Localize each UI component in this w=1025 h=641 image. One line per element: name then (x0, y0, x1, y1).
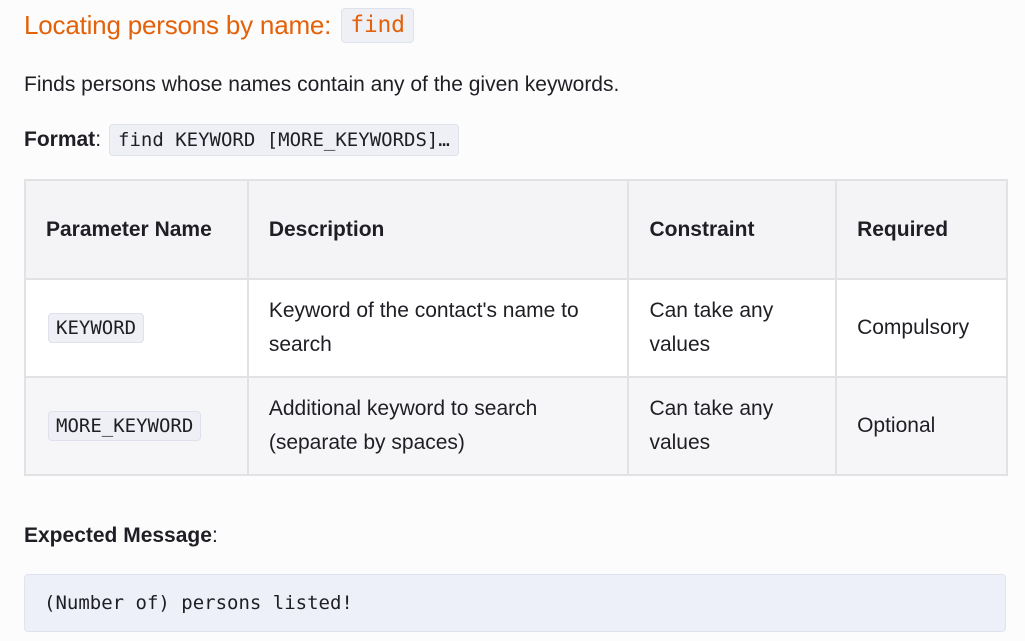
heading-command-code: find (341, 7, 414, 43)
expected-message-label: Expected Message (24, 524, 212, 547)
constraint-cell: Can take any values (627, 376, 838, 476)
format-command-code: find KEYWORD [MORE_KEYWORDS]… (109, 124, 459, 156)
header-parameter-name: Parameter Name (24, 179, 249, 280)
parameter-table: Parameter Name Description Constraint Re… (24, 179, 1008, 476)
required-cell: Optional (835, 376, 1008, 476)
format-line: Format: find KEYWORD [MORE_KEYWORDS]… (24, 124, 459, 156)
format-label: Format (24, 128, 96, 151)
header-description: Description (246, 179, 630, 280)
user-guide-section: Locating persons by name: find Finds per… (0, 0, 1025, 641)
description-cell: Keyword of the contact's name to search (246, 278, 630, 378)
expected-message-label-line: Expected Message: (24, 521, 218, 551)
table-header-row: Parameter Name Description Constraint Re… (24, 179, 1008, 280)
header-required: Required (835, 179, 1008, 280)
parameter-code: KEYWORD (48, 313, 145, 343)
expected-message-text: (Number of) persons listed! (44, 592, 353, 614)
table-row: KEYWORD Keyword of the contact's name to… (24, 278, 1008, 378)
parameter-cell: MORE_KEYWORD (24, 376, 249, 476)
table-row: MORE_KEYWORD Additional keyword to searc… (24, 376, 1008, 476)
expected-separator: : (211, 524, 218, 547)
command-description: Finds persons whose names contain any of… (24, 73, 620, 96)
description-cell: Additional keyword to search (separate b… (246, 376, 630, 476)
parameter-cell: KEYWORD (24, 278, 249, 378)
expected-message-codeblock: (Number of) persons listed! (24, 574, 1006, 632)
heading-text: Locating persons by name: (24, 9, 332, 40)
parameter-code: MORE_KEYWORD (48, 411, 202, 441)
format-separator: : (95, 128, 102, 151)
header-constraint: Constraint (627, 179, 838, 280)
required-cell: Compulsory (835, 278, 1008, 378)
constraint-cell: Can take any values (627, 278, 838, 378)
section-heading: Locating persons by name: find (24, 6, 414, 44)
